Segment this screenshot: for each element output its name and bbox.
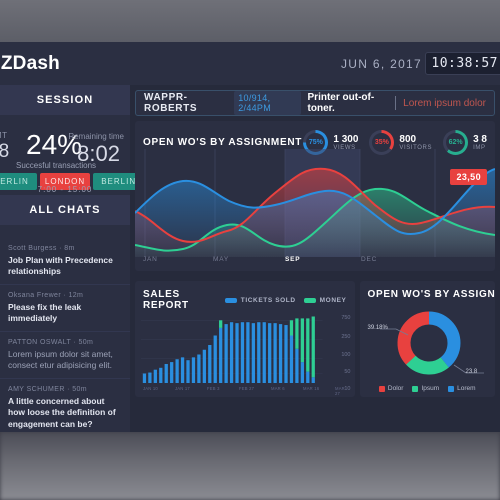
page-title: OPEN WO'S BY ASSIGNMENT bbox=[143, 137, 303, 148]
chat-message: Job Plan with Precedence relationships bbox=[8, 255, 113, 277]
list-item[interactable]: Oksana Frewer · 12m Please fix the leak … bbox=[0, 285, 130, 332]
legend-money: MONEY bbox=[303, 296, 347, 304]
area-chart-svg bbox=[135, 149, 495, 257]
session-panel: GMT 58 24% Succesful transactions Remain… bbox=[0, 115, 145, 195]
legend-label-dolor: Dolor bbox=[387, 385, 404, 392]
legend-tickets-sold: TICKETS SOLD bbox=[224, 296, 296, 304]
chat-meta: Scott Burgess · 8m bbox=[8, 245, 75, 252]
y-tick-50: 50 bbox=[344, 369, 351, 375]
stat-views-percent: 75% bbox=[308, 139, 323, 146]
session-remaining-value: 8:02 bbox=[77, 141, 120, 166]
chat-message: A little concerned about how loose the d… bbox=[8, 395, 116, 429]
bar-series bbox=[142, 316, 315, 383]
x-tick-jan: JAN bbox=[143, 256, 158, 263]
alert-work-order-id: WAPPR-ROBERTS bbox=[144, 92, 198, 114]
legend-lorem: Lorem bbox=[448, 385, 476, 392]
header-date: JUN 6, 2017 bbox=[340, 57, 422, 71]
y-tick-750: 750 bbox=[341, 315, 351, 321]
main-content: WAPPR-ROBERTS 10/914, 2/44PM Printer out… bbox=[130, 85, 500, 432]
area-chart: JAN MAY SEP DEC 23,50 bbox=[135, 149, 495, 271]
legend-dot-lorem bbox=[448, 385, 455, 392]
stat-impressions-value: 3 8 bbox=[473, 134, 487, 145]
session-gmt-value: 58 bbox=[0, 141, 10, 162]
y-tick-10: 10 bbox=[344, 386, 351, 392]
app-brand: EZDash bbox=[0, 53, 60, 74]
legend-swatch-tickets bbox=[224, 297, 237, 303]
donut-title: OPEN WO'S BY ASSIGNME bbox=[367, 289, 496, 300]
list-item[interactable]: PATTON OSWALT · 50m Lorem ipsum dolor si… bbox=[0, 332, 130, 379]
x-tick-jan-10: JAN 10 bbox=[143, 386, 158, 391]
legend-dot-ipsum bbox=[412, 385, 419, 392]
x-tick-dec: DEC bbox=[361, 256, 378, 263]
header-clock: 10:38:57 bbox=[425, 52, 500, 75]
bar-chart-svg bbox=[141, 316, 323, 383]
stat-impressions-percent: 62% bbox=[448, 139, 463, 146]
alert-secondary-message: Lorem ipsum dolor bbox=[403, 97, 486, 109]
sidebar: SESSION GMT 58 24% Succesful transaction… bbox=[0, 85, 145, 432]
session-remaining-label: Remaining time bbox=[68, 132, 124, 141]
chats-panel-title: ALL CHATS bbox=[0, 195, 130, 225]
list-item[interactable]: Scott Burgess · 8m Job Plan with Precede… bbox=[0, 238, 130, 285]
x-tick-may: MAY bbox=[213, 256, 230, 263]
stat-views-value: 1 300 bbox=[333, 134, 359, 145]
bottom-row: SALES REPORT TICKETS SOLD MONEY 750 250 … bbox=[135, 276, 495, 397]
y-tick-100: 100 bbox=[341, 352, 351, 358]
stat-visitors-value: 800 bbox=[399, 134, 417, 145]
x-tick-mar-6: MAR 6 bbox=[271, 386, 285, 391]
chat-meta: Oksana Frewer · 12m bbox=[8, 291, 84, 299]
chat-meta: PATTON OSWALT · 50m bbox=[8, 338, 94, 346]
chat-message: Please fix the leak immediately bbox=[8, 301, 82, 324]
sales-report-card: SALES REPORT TICKETS SOLD MONEY 750 250 … bbox=[135, 281, 355, 397]
donut-callout-2: 23.8 bbox=[465, 369, 478, 375]
bar-chart-x-axis: JAN 10 JAN 17 FEB 3 FEB 27 MAR 6 MAR 16 … bbox=[141, 386, 345, 396]
alert-bar[interactable]: WAPPR-ROBERTS 10/914, 2/44PM Printer out… bbox=[135, 90, 495, 116]
legend-label-money: MONEY bbox=[319, 296, 347, 304]
x-tick-feb-27: FEB 27 bbox=[239, 386, 255, 391]
session-panel-title: SESSION bbox=[0, 85, 130, 115]
area-chart-x-axis: JAN MAY SEP DEC bbox=[135, 256, 495, 266]
chat-list[interactable]: Scott Burgess · 8m Job Plan with Precede… bbox=[0, 238, 130, 432]
session-gmt-label: GMT bbox=[0, 131, 8, 140]
chat-message: Lorem ipsum dolor sit amet, consect etur… bbox=[8, 348, 113, 371]
x-tick-sep: SEP bbox=[285, 256, 301, 263]
list-item[interactable]: AMY SCHUMER · 50m A little concerned abo… bbox=[0, 379, 130, 432]
legend-label-lorem: Lorem bbox=[457, 385, 476, 392]
alert-divider bbox=[395, 96, 397, 110]
x-tick-mar-16: MAR 16 bbox=[303, 386, 320, 391]
bar-chart bbox=[141, 307, 323, 383]
stat-visitors-percent: 35% bbox=[374, 139, 389, 146]
legend-dot-dolor bbox=[378, 385, 385, 392]
open-wo-donut-card: OPEN WO'S BY ASSIGNME 39.18% 23.8 Do bbox=[359, 281, 496, 397]
y-tick-250: 250 bbox=[341, 334, 351, 340]
open-work-orders-card: OPEN WO'S BY ASSIGNMENT 75% 1 300 VIEWS bbox=[135, 121, 495, 271]
x-tick-mar-27: MAR 27 bbox=[335, 386, 345, 396]
alert-timestamp: 10/914, 2/44PM bbox=[234, 91, 301, 115]
donut-legend: Dolor Ipsum Lorem bbox=[360, 385, 496, 392]
donut-callout-1: 39.18% bbox=[367, 325, 388, 331]
legend-label-ipsum: Ipsum bbox=[421, 385, 440, 392]
chat-meta: AMY SCHUMER · 50m bbox=[8, 385, 88, 393]
dashboard-window: EZDash JUN 6, 2017 10:38:57 SESSION GMT … bbox=[0, 42, 500, 432]
legend-label-tickets: TICKETS SOLD bbox=[240, 296, 296, 304]
legend-dolor: Dolor bbox=[378, 385, 404, 392]
alert-message: Printer out-of-toner. bbox=[307, 92, 375, 114]
legend-ipsum: Ipsum bbox=[412, 385, 439, 392]
chart-tooltip: 23,50 bbox=[450, 169, 487, 185]
session-hours: 7:00 - 15:00 bbox=[37, 185, 93, 194]
x-tick-jan-17: JAN 17 bbox=[175, 386, 190, 391]
app-header: EZDash JUN 6, 2017 10:38:57 bbox=[0, 42, 500, 85]
x-tick-feb-3: FEB 3 bbox=[207, 386, 220, 391]
legend-swatch-money bbox=[303, 297, 316, 303]
